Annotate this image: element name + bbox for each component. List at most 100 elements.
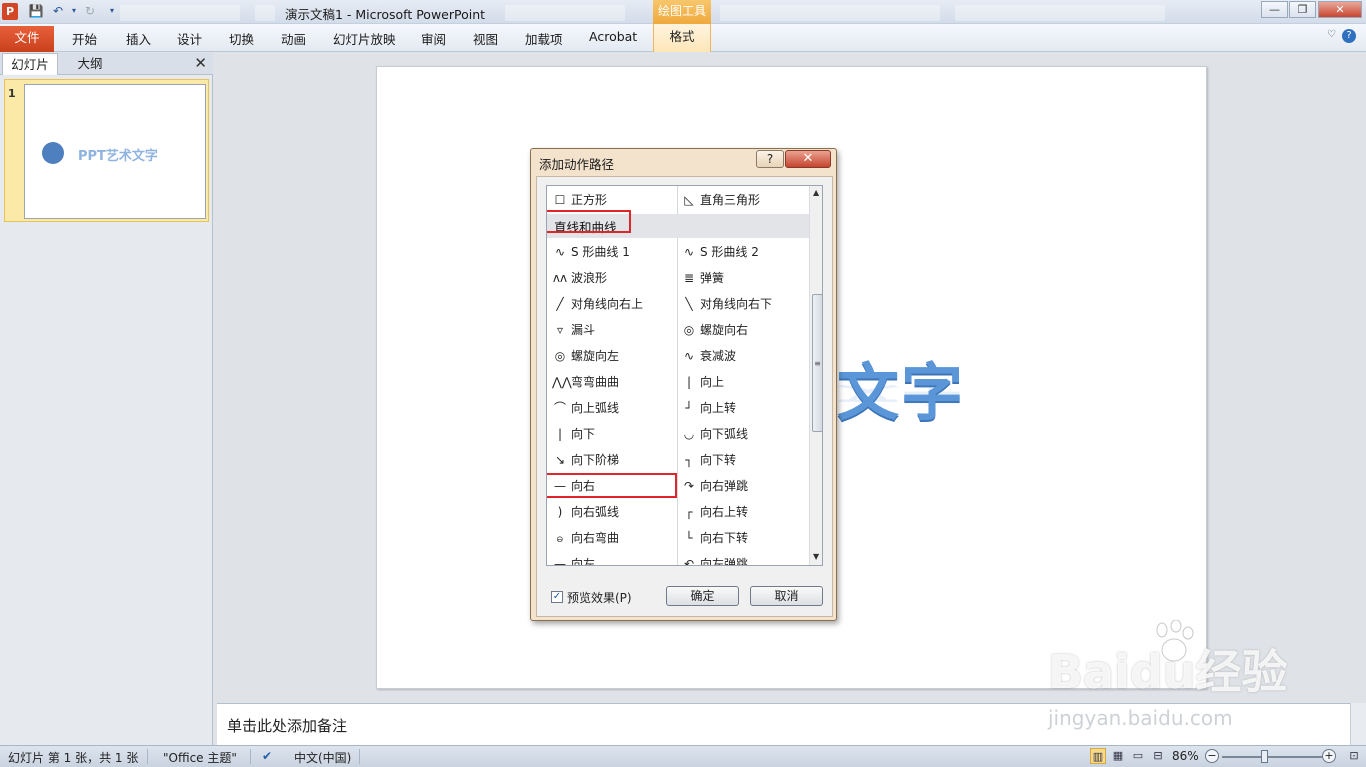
list-item[interactable]: — 向左 bbox=[552, 553, 680, 565]
slide-count-status: 幻灯片 第 1 张，共 1 张 bbox=[8, 751, 139, 765]
thumbnail-circle-shape bbox=[42, 142, 64, 164]
scroll-up-icon[interactable]: ▲ bbox=[813, 188, 819, 197]
minimize-button[interactable]: — bbox=[1261, 1, 1288, 18]
word-art-reflection: 文字 bbox=[837, 381, 966, 408]
list-item[interactable]: ☐ 正方形 bbox=[552, 189, 680, 211]
restore-button[interactable]: ❐ bbox=[1289, 1, 1316, 18]
motion-path-list[interactable]: ☐ 正方形 ◺ 直角三角形 直线和曲线 ∿ S 形曲线 1 ʌʌ 波浪形 ╱ 对角线向右上… bbox=[546, 185, 823, 566]
arc-down-icon: ◡ bbox=[683, 427, 695, 441]
tab-home[interactable]: 开始 bbox=[72, 29, 97, 48]
slide-sorter-icon[interactable]: ▦ bbox=[1110, 748, 1126, 764]
slideshow-view-icon[interactable]: ⊟ bbox=[1150, 748, 1166, 764]
language-status[interactable]: 中文(中国) bbox=[294, 749, 351, 766]
ok-button[interactable]: 确定 bbox=[666, 586, 739, 606]
list-item[interactable]: ≣ 弹簧 bbox=[681, 267, 809, 289]
list-scrollbar[interactable]: ▲ ≡ ▼ bbox=[809, 186, 822, 565]
cancel-button[interactable]: 取消 bbox=[750, 586, 823, 606]
tab-insert[interactable]: 插入 bbox=[126, 29, 151, 48]
tab-acrobat[interactable]: Acrobat bbox=[589, 29, 637, 44]
list-item[interactable]: ∿ S 形曲线 1 bbox=[552, 241, 680, 263]
bounce-right-icon: ↷ bbox=[683, 479, 695, 493]
line-up-icon: | bbox=[686, 375, 692, 389]
tab-review[interactable]: 审阅 bbox=[421, 29, 446, 48]
list-item[interactable]: | 向上 bbox=[681, 371, 809, 393]
fit-to-window-icon[interactable]: ⊡ bbox=[1346, 748, 1362, 764]
list-item[interactable]: ▿ 漏斗 bbox=[552, 319, 680, 341]
right-triangle-path-icon: ◺ bbox=[684, 193, 694, 207]
tab-view[interactable]: 视图 bbox=[473, 29, 498, 48]
list-item[interactable]: └ 向右下转 bbox=[681, 527, 809, 549]
dialog-body: ☐ 正方形 ◺ 直角三角形 直线和曲线 ∿ S 形曲线 1 ʌʌ 波浪形 ╱ 对角线向右上… bbox=[536, 176, 833, 617]
list-item[interactable]: ဓ向右弯曲 bbox=[552, 527, 680, 549]
list-item[interactable]: ◎ 螺旋向左 bbox=[552, 345, 680, 367]
zoom-level[interactable]: 86% bbox=[1172, 749, 1199, 763]
zoom-in-button[interactable]: + bbox=[1322, 749, 1336, 763]
zoom-slider-thumb[interactable] bbox=[1261, 750, 1268, 763]
zoom-slider-track[interactable] bbox=[1222, 756, 1322, 758]
preview-checkbox-label[interactable]: 预览效果(P) bbox=[567, 589, 632, 606]
add-motion-path-dialog: 添加动作路径 ? ✕ ☐ 正方形 ◺ 直角三角形 直线和曲线 ∿ S 形曲线 1 ʌʌ… bbox=[530, 148, 837, 621]
close-pane-icon[interactable]: ✕ bbox=[194, 54, 207, 72]
tab-animations[interactable]: 动画 bbox=[281, 29, 306, 48]
status-divider bbox=[359, 749, 360, 764]
tab-transitions[interactable]: 切换 bbox=[229, 29, 254, 48]
list-item[interactable]: ╱ 对角线向右上 bbox=[552, 293, 680, 315]
list-item[interactable]: ⋀⋀弯弯曲曲 bbox=[552, 371, 680, 393]
turn-down-icon: ┐ bbox=[685, 453, 693, 467]
dialog-close-button[interactable]: ✕ bbox=[785, 150, 831, 168]
preview-checkbox[interactable]: ✓ bbox=[551, 591, 563, 603]
list-item[interactable]: ◡ 向下弧线 bbox=[681, 423, 809, 445]
stairs-down-icon: ↘ bbox=[554, 453, 566, 467]
highlight-selected-item-box bbox=[547, 473, 677, 498]
list-item[interactable]: ) 向右弧线 bbox=[552, 501, 680, 523]
arc-right-icon: ) bbox=[557, 505, 563, 519]
diagonal-down-icon: ╲ bbox=[685, 297, 693, 311]
list-item[interactable]: ◎ 螺旋向右 bbox=[681, 319, 809, 341]
list-item[interactable]: ↷ 向右弹跳 bbox=[681, 475, 809, 497]
minimize-ribbon-icon[interactable]: ♡ bbox=[1327, 29, 1336, 40]
list-item[interactable]: | 向下 bbox=[552, 423, 680, 445]
list-item[interactable]: ┌ 向右上转 bbox=[681, 501, 809, 523]
watermark-url: jingyan.baidu.com bbox=[1048, 706, 1233, 730]
list-item[interactable]: ┘ 向上转 bbox=[681, 397, 809, 419]
reading-view-icon[interactable]: ▭ bbox=[1130, 748, 1146, 764]
pane-tabs: 幻灯片 大纲 ✕ bbox=[0, 53, 213, 75]
scroll-thumb[interactable]: ≡ bbox=[812, 294, 822, 432]
theme-status[interactable]: "Office 主题" bbox=[163, 749, 237, 766]
close-button[interactable]: ✕ bbox=[1318, 1, 1362, 18]
scroll-down-icon[interactable]: ▼ bbox=[813, 552, 819, 561]
slide-thumbnail[interactable]: PPT艺术文字 bbox=[24, 84, 206, 219]
square-path-icon: ☐ bbox=[554, 193, 566, 207]
list-item[interactable]: ┐ 向下转 bbox=[681, 449, 809, 471]
tab-design[interactable]: 设计 bbox=[177, 29, 202, 48]
list-item[interactable]: ◺ 直角三角形 bbox=[681, 189, 809, 211]
drawing-tools-header: 绘图工具 bbox=[653, 0, 711, 24]
bounce-left-icon: ↶ bbox=[683, 557, 695, 566]
tab-slides[interactable]: 幻灯片 bbox=[2, 53, 58, 75]
list-item[interactable]: ∿ 衰减波 bbox=[681, 345, 809, 367]
tab-outline[interactable]: 大纲 bbox=[60, 53, 120, 75]
slide-thumbnail-selected[interactable]: PPT艺术文字 bbox=[4, 79, 209, 222]
spell-check-icon[interactable]: ✔ bbox=[262, 749, 272, 763]
normal-view-icon[interactable]: ▥ bbox=[1090, 748, 1106, 764]
tab-slideshow[interactable]: 幻灯片放映 bbox=[333, 29, 396, 48]
notes-scrollbar[interactable] bbox=[1350, 703, 1366, 745]
tab-addins[interactable]: 加载项 bbox=[525, 29, 563, 48]
list-item[interactable]: ʌʌ 波浪形 bbox=[552, 267, 680, 289]
tab-file[interactable]: 文件 bbox=[0, 26, 54, 52]
help-icon[interactable]: ? bbox=[1342, 29, 1356, 43]
dialog-help-button[interactable]: ? bbox=[756, 150, 784, 168]
status-divider bbox=[250, 749, 251, 764]
list-item[interactable]: ⌒ 向上弧线 bbox=[552, 397, 680, 419]
zoom-out-button[interactable]: − bbox=[1205, 749, 1219, 763]
notes-placeholder[interactable]: 单击此处添加备注 bbox=[227, 715, 347, 736]
decaying-wave-icon: ∿ bbox=[683, 349, 695, 363]
list-item[interactable]: ↶ 向左弹跳 bbox=[681, 553, 809, 566]
list-item[interactable]: ↘ 向下阶梯 bbox=[552, 449, 680, 471]
list-item[interactable]: ∿ S 形曲线 2 bbox=[681, 241, 809, 263]
tab-format[interactable]: 格式 bbox=[653, 24, 711, 52]
list-item[interactable]: ╲ 对角线向右下 bbox=[681, 293, 809, 315]
s-curve-2-icon: ∿ bbox=[683, 245, 695, 259]
title-bar: P 💾 ↶ ▾ ↻ ▾ 演示文稿1 - Microsoft PowerPoint… bbox=[0, 0, 1366, 24]
ribbon-tabs: 文件 开始 插入 设计 切换 动画 幻灯片放映 审阅 视图 加载项 Acroba… bbox=[0, 24, 1366, 52]
